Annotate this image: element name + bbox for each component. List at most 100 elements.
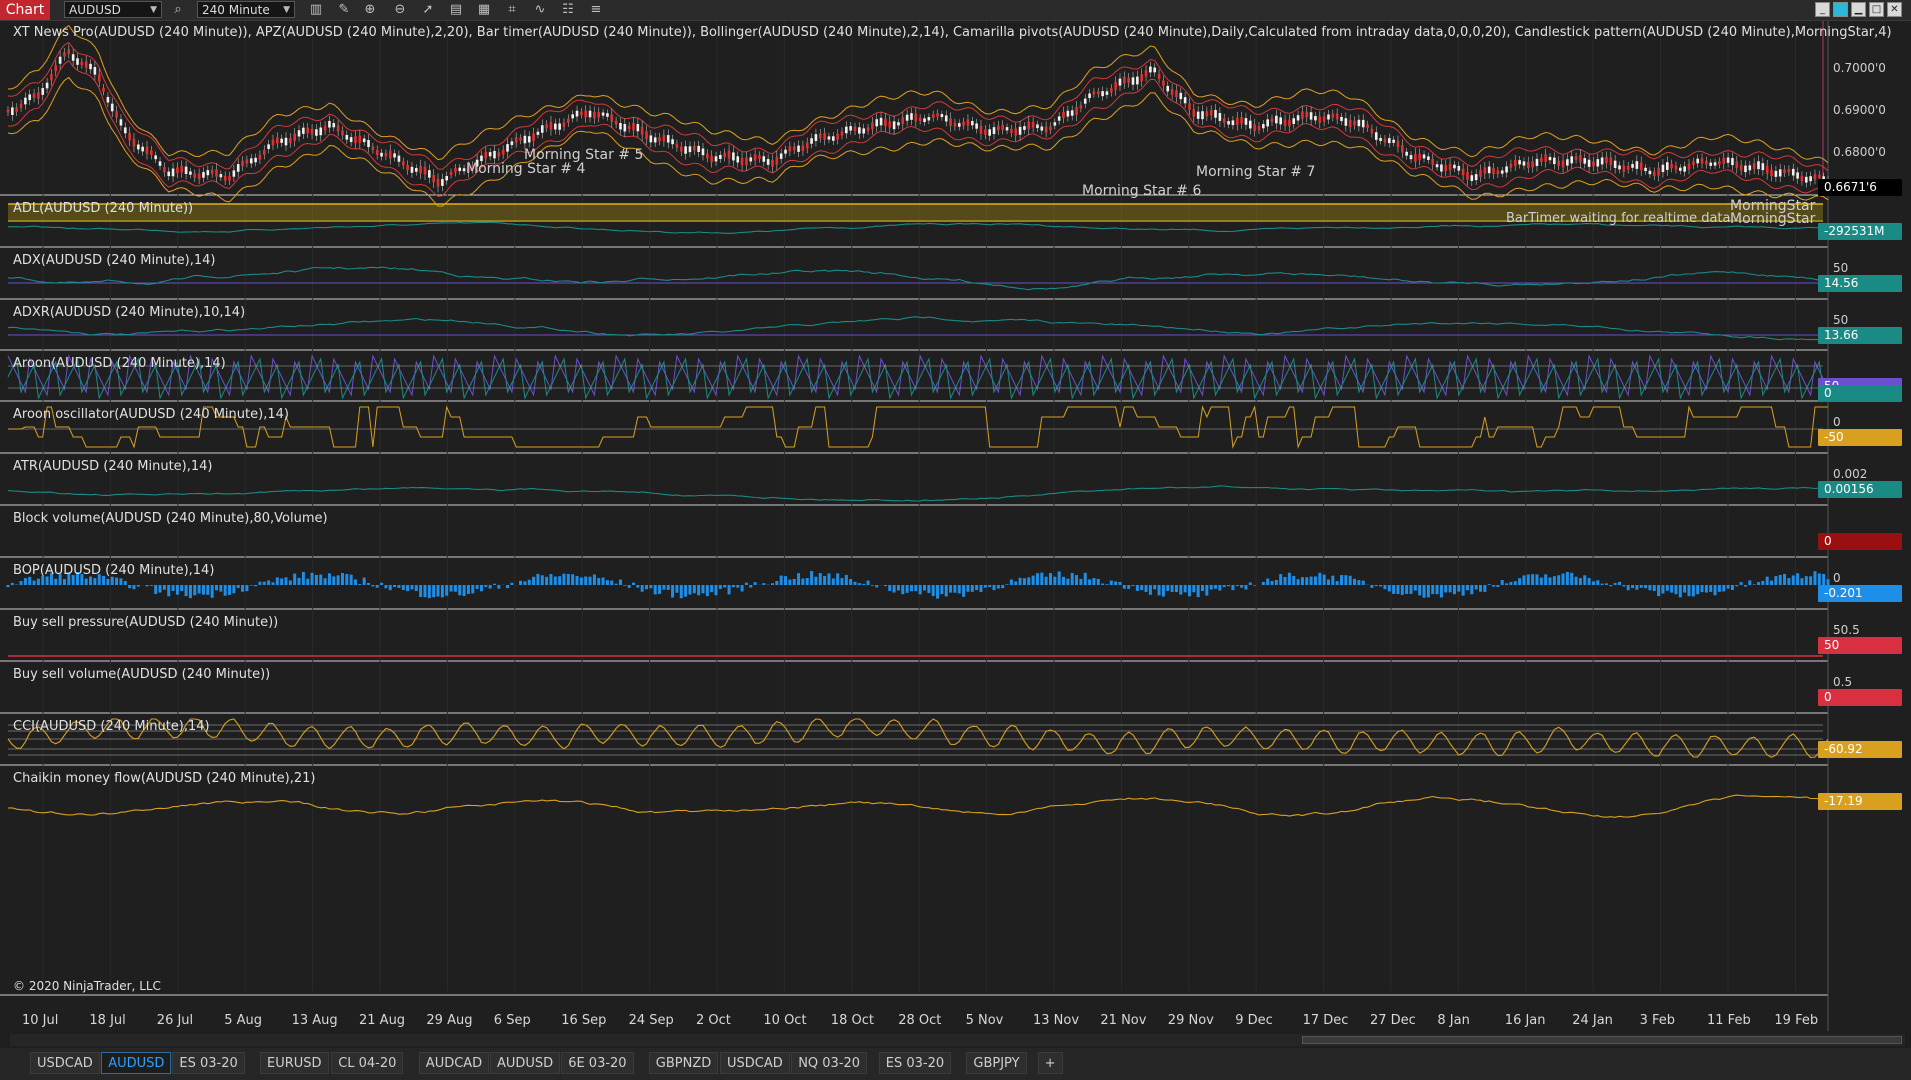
candle-body	[1665, 162, 1669, 170]
candle-body	[645, 131, 648, 140]
strategies-icon[interactable]: ∿	[532, 2, 548, 18]
candle-body	[432, 174, 435, 183]
candle-body	[632, 122, 635, 131]
bop-bar	[1500, 579, 1504, 585]
chart-canvas[interactable]	[0, 21, 1911, 1033]
date-axis-label: 11 Feb	[1707, 1013, 1751, 1028]
bop-bar	[1235, 585, 1239, 587]
candle-body	[128, 132, 131, 141]
candle-body	[1183, 97, 1187, 104]
bop-bar	[1757, 582, 1761, 585]
add-tab-button[interactable]: +	[1037, 1052, 1063, 1074]
zoom-out-icon[interactable]: ⊖	[392, 2, 408, 18]
bop-bar	[340, 572, 344, 585]
morning-star-annotation: Morning Star # 4	[466, 161, 586, 177]
instrument-tab[interactable]: GBPJPY	[966, 1052, 1027, 1074]
candle-body	[1075, 107, 1078, 116]
list-icon[interactable]: ≡	[588, 2, 604, 18]
pencil-icon[interactable]: ✎	[336, 2, 352, 18]
bop-bar	[1083, 572, 1087, 585]
candle-body	[836, 133, 839, 140]
candle-body	[1661, 164, 1665, 173]
candle-body	[1787, 168, 1791, 173]
bop-bar	[579, 577, 583, 585]
instrument-tab[interactable]: USDCAD	[30, 1052, 100, 1074]
instrument-tab[interactable]: EURUSD	[260, 1052, 329, 1074]
bop-bar	[449, 585, 453, 592]
bop-bar	[484, 585, 488, 587]
candle-body	[792, 146, 796, 151]
bop-bar	[744, 582, 748, 585]
candle-body	[497, 152, 501, 157]
axis-label: 0.7000'0	[1833, 61, 1886, 75]
bop-bar	[1057, 571, 1061, 585]
bop-bar	[158, 585, 162, 593]
candle-body	[1570, 156, 1574, 164]
candle-body	[1731, 158, 1734, 166]
chart-trader-icon[interactable]: ▦	[476, 2, 492, 18]
data-box-icon[interactable]: ▤	[448, 2, 464, 18]
bop-bar	[162, 585, 166, 590]
candle-body	[106, 96, 110, 103]
bop-bar	[1539, 577, 1543, 585]
properties-icon[interactable]: ☷	[560, 2, 576, 18]
close-icon[interactable]: ✕	[1887, 2, 1902, 17]
instrument-tab[interactable]: 6E 03-20	[561, 1052, 634, 1074]
candle-body	[293, 133, 296, 141]
candle-body	[1700, 158, 1704, 164]
instrument-tab[interactable]: AUDUSD	[490, 1052, 561, 1074]
instrument-tab[interactable]: NQ 03-20	[791, 1052, 868, 1074]
bop-bar	[145, 585, 149, 587]
indicators-icon[interactable]: ⌗	[504, 2, 520, 18]
candle-body	[675, 143, 679, 148]
bop-bar	[1687, 585, 1691, 597]
candle-body	[1622, 165, 1626, 173]
bop-bar	[1244, 585, 1248, 590]
link-color-icon[interactable]	[1833, 2, 1848, 17]
horizontal-scrollbar[interactable]	[10, 1034, 1905, 1046]
candle-body	[1479, 169, 1482, 177]
candle-body	[649, 135, 653, 143]
chart-window-tab[interactable]: Chart	[0, 0, 50, 20]
instrument-tab[interactable]: CL 04-20	[331, 1052, 404, 1074]
interval-selector[interactable]: 240 Minute ▼	[197, 1, 295, 18]
bop-bar	[384, 585, 388, 589]
search-icon[interactable]: ⌕	[170, 2, 186, 18]
candle-body	[1453, 164, 1456, 169]
bop-bar	[62, 579, 66, 585]
instrument-tab[interactable]: ES 03-20	[878, 1052, 952, 1074]
candle-body	[1318, 116, 1322, 123]
instrument-tab[interactable]: ES 03-20	[172, 1052, 245, 1074]
candle-body	[1018, 126, 1022, 135]
bop-bar	[918, 585, 922, 595]
candle-body	[284, 137, 288, 146]
bar-style-icon[interactable]: ▥	[308, 2, 324, 18]
pointer-icon[interactable]: ➚	[420, 2, 436, 18]
bop-bar	[1800, 578, 1804, 585]
bop-bar	[827, 573, 831, 585]
bop-bar	[358, 584, 362, 585]
chart-panel[interactable]: XT News Pro(AUDUSD (240 Minute)), APZ(AU…	[0, 21, 1911, 1033]
instrument-selector[interactable]: AUDUSD ▼	[64, 1, 162, 18]
bop-bar	[1196, 585, 1200, 598]
instrument-tab[interactable]: GBPNZD	[648, 1052, 719, 1074]
bop-bar	[1231, 585, 1235, 591]
candle-body	[1583, 158, 1587, 164]
candle-body	[462, 168, 466, 172]
minimize-window-icon[interactable]: ▁	[1851, 2, 1866, 17]
zoom-in-icon[interactable]: ⊕	[362, 2, 378, 18]
bop-bar	[436, 585, 440, 597]
bop-bar	[701, 585, 705, 594]
scrollbar-thumb[interactable]	[1302, 1036, 1902, 1044]
minimize-icon[interactable]: _	[1815, 2, 1830, 17]
instrument-tab[interactable]: AUDUSD	[101, 1052, 172, 1074]
maximize-window-icon[interactable]: □	[1869, 2, 1884, 17]
candle-body	[406, 164, 409, 171]
bop-bar	[875, 585, 879, 588]
candle-body	[758, 155, 761, 159]
candle-body	[1813, 174, 1817, 180]
candle-body	[962, 121, 965, 126]
instrument-tab[interactable]: AUDCAD	[418, 1052, 490, 1074]
instrument-tab[interactable]: USDCAD	[720, 1052, 790, 1074]
bop-bar	[675, 585, 679, 593]
